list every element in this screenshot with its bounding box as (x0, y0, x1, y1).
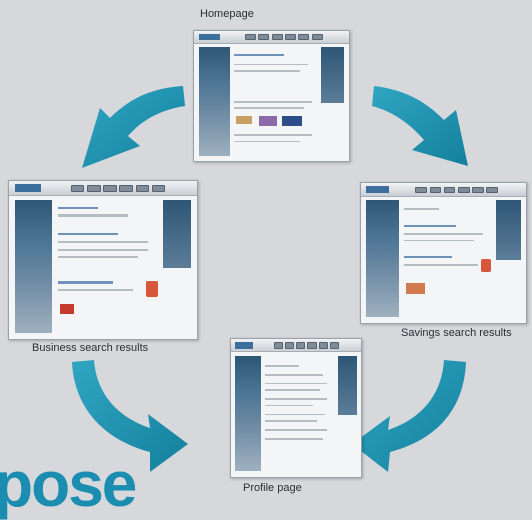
profile-page-label: Profile page (243, 482, 302, 494)
business-search-results-label: Business search results (32, 342, 149, 354)
brand-partial-text: pose (0, 448, 137, 520)
savings-search-results-thumbnail (360, 182, 527, 324)
business-search-results-thumbnail (8, 180, 198, 340)
profile-page-thumbnail (230, 338, 362, 478)
homepage-label: Homepage (200, 8, 254, 20)
arrow-homepage-to-savings (372, 86, 468, 166)
arrow-savings-to-profile (352, 360, 466, 472)
arrow-homepage-to-business (82, 86, 185, 168)
homepage-thumbnail (193, 30, 350, 162)
savings-search-results-label: Savings search results (401, 327, 512, 339)
